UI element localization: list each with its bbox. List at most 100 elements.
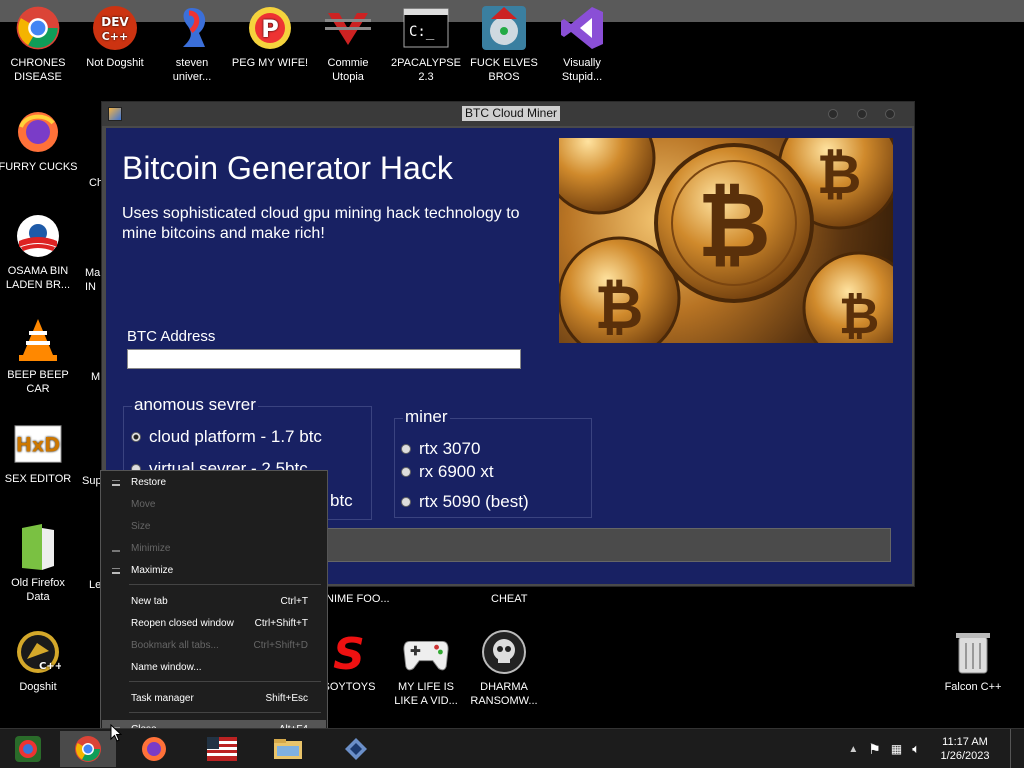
- desktop-icon[interactable]: C++ Dogshit: [0, 628, 78, 694]
- app-subheading: Uses sophisticated cloud gpu mining hack…: [122, 205, 520, 242]
- gamepad-icon: [402, 628, 450, 676]
- miner-group: miner rtx 3070 rx 6900 xt rtx 5090 (best…: [394, 407, 592, 518]
- desktop-icon[interactable]: OSAMA BIN LADEN BR...: [0, 212, 78, 292]
- desktop-icon-label: BEEP BEEP CAR: [7, 369, 69, 395]
- app-heading: Bitcoin Generator Hack: [122, 150, 453, 186]
- close-button[interactable]: [885, 109, 895, 119]
- cmd-icon: C:_: [402, 4, 450, 52]
- desktop-icon-label: OSAMA BIN LADEN BR...: [5, 265, 71, 291]
- desktop-icon-label: MY LIFE IS LIKE A VID...: [394, 681, 458, 707]
- visual-studio-icon: [345, 738, 367, 760]
- miner-option-rtx5090[interactable]: rtx 5090 (best): [401, 492, 529, 512]
- menu-item-restore[interactable]: Restore: [102, 473, 326, 493]
- steven-universe-icon: [168, 4, 216, 52]
- desktop-icon[interactable]: Visually Stupid...: [542, 4, 622, 84]
- menu-item-label: New tab: [131, 596, 168, 607]
- mine-button[interactable]: [327, 528, 891, 562]
- taskbar-explorer[interactable]: [260, 731, 316, 767]
- desktop-icon-label: FURRY CUCKS: [0, 161, 78, 173]
- window-title: BTC Cloud Miner: [462, 106, 561, 121]
- app-icon: [108, 107, 122, 121]
- window-titlebar[interactable]: BTC Cloud Miner: [102, 102, 914, 126]
- volume-icon[interactable]: 🔈︎: [912, 741, 920, 757]
- btc-address-input[interactable]: [127, 349, 521, 369]
- desktop-icon[interactable]: HxD SEX EDITOR: [0, 420, 78, 486]
- menu-item-move[interactable]: Move: [102, 495, 326, 515]
- desktop-icon[interactable]: CHRONES DISEASE: [0, 4, 78, 84]
- taskbar-flag[interactable]: [194, 731, 250, 767]
- miner-option-rx6900xt[interactable]: rx 6900 xt: [401, 462, 494, 482]
- desktop-icon[interactable]: DHARMA RANSOMW...: [464, 628, 544, 708]
- desktop-icon[interactable]: steven univer...: [152, 4, 232, 84]
- desktop-icon-label: Falcon C++: [944, 681, 1002, 693]
- svg-text:₿: ₿: [839, 287, 880, 343]
- server-group-title: anomous sevrer: [132, 395, 258, 415]
- svg-text:C++: C++: [102, 30, 129, 43]
- folder-icon: [14, 524, 62, 572]
- minimize-button[interactable]: [828, 109, 838, 119]
- taskbar-visual-studio[interactable]: [328, 731, 384, 767]
- network-icon[interactable]: ▦: [891, 742, 902, 756]
- svg-text:HxD: HxD: [16, 434, 60, 457]
- chrome-icon: [14, 4, 62, 52]
- desktop-icon[interactable]: MY LIFE IS LIKE A VID...: [386, 628, 466, 708]
- firefox-icon: [142, 737, 166, 761]
- desktop-icon[interactable]: Old Firefox Data: [0, 524, 78, 604]
- radio-icon: [401, 444, 411, 454]
- server-option-third[interactable]: btc: [330, 491, 353, 511]
- folder-icon: [274, 739, 302, 759]
- svg-text:₿: ₿: [595, 273, 644, 343]
- desktop-icon[interactable]: FUCK ELVES BROS: [464, 4, 544, 84]
- dogshit-icon: C++: [14, 628, 62, 676]
- menu-item-label: Reopen closed window: [131, 618, 234, 629]
- show-desktop-button[interactable]: [1010, 729, 1014, 768]
- desktop-icon[interactable]: FURRY CUCKS: [0, 108, 78, 174]
- desktop-icon[interactable]: Falcon C++: [933, 628, 1013, 694]
- flag-icon[interactable]: ⚑: [868, 741, 881, 758]
- menu-item-new-tab[interactable]: New tab Ctrl+T: [102, 592, 326, 612]
- maximize-button[interactable]: [857, 109, 867, 119]
- menu-item-maximize[interactable]: Maximize: [102, 561, 326, 581]
- menu-item-label: Maximize: [131, 565, 174, 576]
- visual-studio-icon: [558, 4, 606, 52]
- menu-item-shortcut: Ctrl+T: [280, 596, 309, 607]
- desktop-icon[interactable]: C:_ 2PACALYPSE 2.3: [386, 4, 466, 84]
- menu-item-bookmark-all-tabs[interactable]: Bookmark all tabs... Ctrl+Shift+D: [102, 636, 326, 656]
- desktop-icon[interactable]: DEV C++ Not Dogshit: [75, 4, 155, 70]
- menu-item-label: Restore: [131, 477, 167, 488]
- flag-icon: [207, 737, 237, 761]
- menu-item-size[interactable]: Size: [102, 517, 326, 537]
- menu-item-minimize[interactable]: Minimize: [102, 539, 326, 559]
- desktop-icon[interactable]: BEEP BEEP CAR: [0, 316, 78, 396]
- desktop-icon[interactable]: P PEG MY WIFE!: [230, 4, 310, 70]
- svg-text:DEV: DEV: [101, 15, 129, 29]
- chrome-icon: [75, 736, 101, 762]
- firefox-icon: [14, 108, 62, 156]
- restore-icon: [112, 480, 120, 486]
- desktop-icon-label: FUCK ELVES BROS: [470, 57, 538, 83]
- start-button[interactable]: [0, 731, 56, 767]
- menu-item-label: Task manager: [131, 693, 194, 704]
- menu-separator: [129, 584, 321, 585]
- bitcoin-coins-image: ₿ ₿ ₿ ₿: [559, 138, 893, 343]
- miner-option-rtx3070[interactable]: rtx 3070: [401, 439, 480, 459]
- taskbar-chrome[interactable]: [60, 731, 116, 767]
- menu-item-label: Minimize: [131, 543, 171, 554]
- clock[interactable]: 11:17 AM 1/26/2023: [930, 735, 1000, 763]
- desktop-icon[interactable]: Commie Utopia: [308, 4, 388, 84]
- system-tray: ▲ ⚑ ▦ 🔈︎ 11:17 AM 1/26/2023: [848, 729, 1024, 768]
- taskbar: ▲ ⚑ ▦ 🔈︎ 11:17 AM 1/26/2023: [0, 728, 1024, 768]
- desktop-icon-label: M: [91, 371, 101, 383]
- menu-item-label: Bookmark all tabs...: [131, 640, 219, 651]
- desktop-icon-label: CHEAT: [491, 593, 528, 605]
- menu-item-reopen-closed-window[interactable]: Reopen closed window Ctrl+Shift+T: [102, 614, 326, 634]
- taskbar-firefox[interactable]: [126, 731, 182, 767]
- menu-item-name-window[interactable]: Name window...: [102, 658, 326, 678]
- chevron-up-icon[interactable]: ▲: [848, 744, 858, 755]
- s-logo-icon: S: [325, 628, 373, 676]
- window-context-menu: Restore Move Size Minimize Maximize New tab Ct…: [100, 470, 328, 740]
- vlc-icon: [14, 316, 62, 364]
- server-option-cloud[interactable]: cloud platform - 1.7 btc: [131, 427, 322, 447]
- menu-item-task-manager[interactable]: Task manager Shift+Esc: [102, 689, 326, 709]
- menu-item-label: Move: [131, 499, 156, 510]
